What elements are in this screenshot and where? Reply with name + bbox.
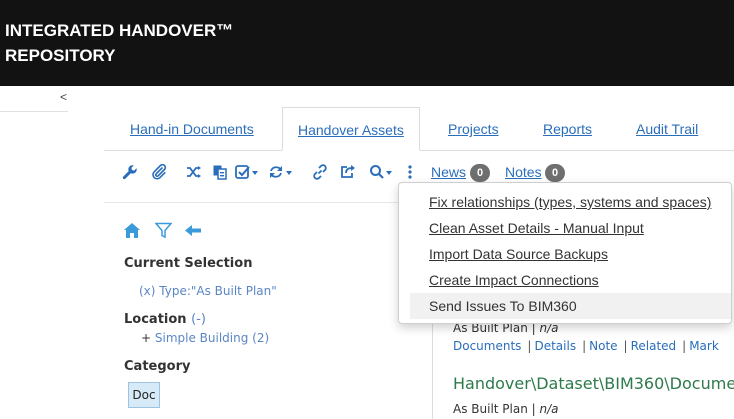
result-2-na: n/a [539,402,559,416]
notes-count-badge: 0 [545,164,565,182]
result-link-documents[interactable]: Documents [453,339,521,353]
tab-handover-assets[interactable]: Handover Assets [282,107,420,151]
toolbar-divider [104,202,404,203]
location-toggle[interactable]: (-) [191,312,206,327]
location-expand-toggle[interactable]: + [141,331,151,345]
menu-item-create-impact-connections[interactable]: Create Impact Connections [410,267,731,293]
home-icon[interactable] [123,222,141,244]
paperclip-icon[interactable] [149,160,169,184]
current-selection-title: Current Selection [124,256,253,271]
app-title-line2: REPOSITORY [5,46,116,65]
collapse-sidebar-button[interactable]: < [60,90,67,104]
result-2-path[interactable]: Handover\Dataset\BIM360\Docume [453,374,734,393]
wrench-icon[interactable] [120,160,140,184]
tab-projects[interactable]: Projects [448,121,499,137]
notes-link[interactable]: Notes [505,164,542,180]
app-header: INTEGRATED HANDOVER™ REPOSITORY [0,0,734,86]
news-count-badge: 0 [470,164,490,182]
link-icon[interactable] [310,160,330,184]
tab-reports[interactable]: Reports [543,121,592,137]
back-arrow-icon[interactable] [184,222,202,244]
menu-item-clean-asset-details[interactable]: Clean Asset Details - Manual Input [410,215,731,241]
shuffle-icon[interactable] [184,160,204,184]
tab-audit-trail[interactable]: Audit Trail [636,121,698,137]
result-2-meta: As Built Plan | n/a [453,402,559,416]
menu-item-fix-relationships[interactable]: Fix relationships (types, systems and sp… [410,189,731,215]
category-title: Category [124,359,191,374]
result-link-mark[interactable]: Mark [689,339,719,353]
location-tree-item: + Simple Building (2) [141,331,269,345]
result-link-note[interactable]: Note [589,339,617,353]
location-title: Location [124,312,187,327]
app-title: INTEGRATED HANDOVER™ REPOSITORY [5,18,233,68]
result-1-links: Documents | Details | Note | Related | Mark [453,339,719,353]
sidebar-divider [0,111,68,112]
tab-hand-in-documents[interactable]: Hand-in Documents [130,121,254,137]
refresh-icon[interactable] [268,160,296,184]
app-title-line1: INTEGRATED HANDOVER™ [5,21,234,40]
current-selection-value[interactable]: (x) Type:"As Built Plan" [139,284,277,298]
copy-icon[interactable] [210,160,230,184]
filter-icon[interactable] [154,222,173,244]
location-heading: Location (-) [124,312,206,327]
export-icon[interactable] [338,160,358,184]
check-square-icon[interactable] [234,160,262,184]
result-link-related[interactable]: Related [631,339,677,353]
menu-item-import-data-source-backups[interactable]: Import Data Source Backups [410,241,731,267]
result-2-type: As Built Plan [453,402,528,416]
more-vertical-icon[interactable] [400,160,420,184]
menu-item-send-issues-bim360[interactable]: Send Issues To BIM360 [410,293,731,319]
search-icon[interactable] [368,160,396,184]
category-chip-doc[interactable]: Doc [128,382,160,408]
more-actions-menu: Fix relationships (types, systems and sp… [398,182,732,324]
location-simple-building[interactable]: Simple Building (2) [155,331,269,345]
result-link-details[interactable]: Details [534,339,576,353]
news-link[interactable]: News [431,164,466,180]
